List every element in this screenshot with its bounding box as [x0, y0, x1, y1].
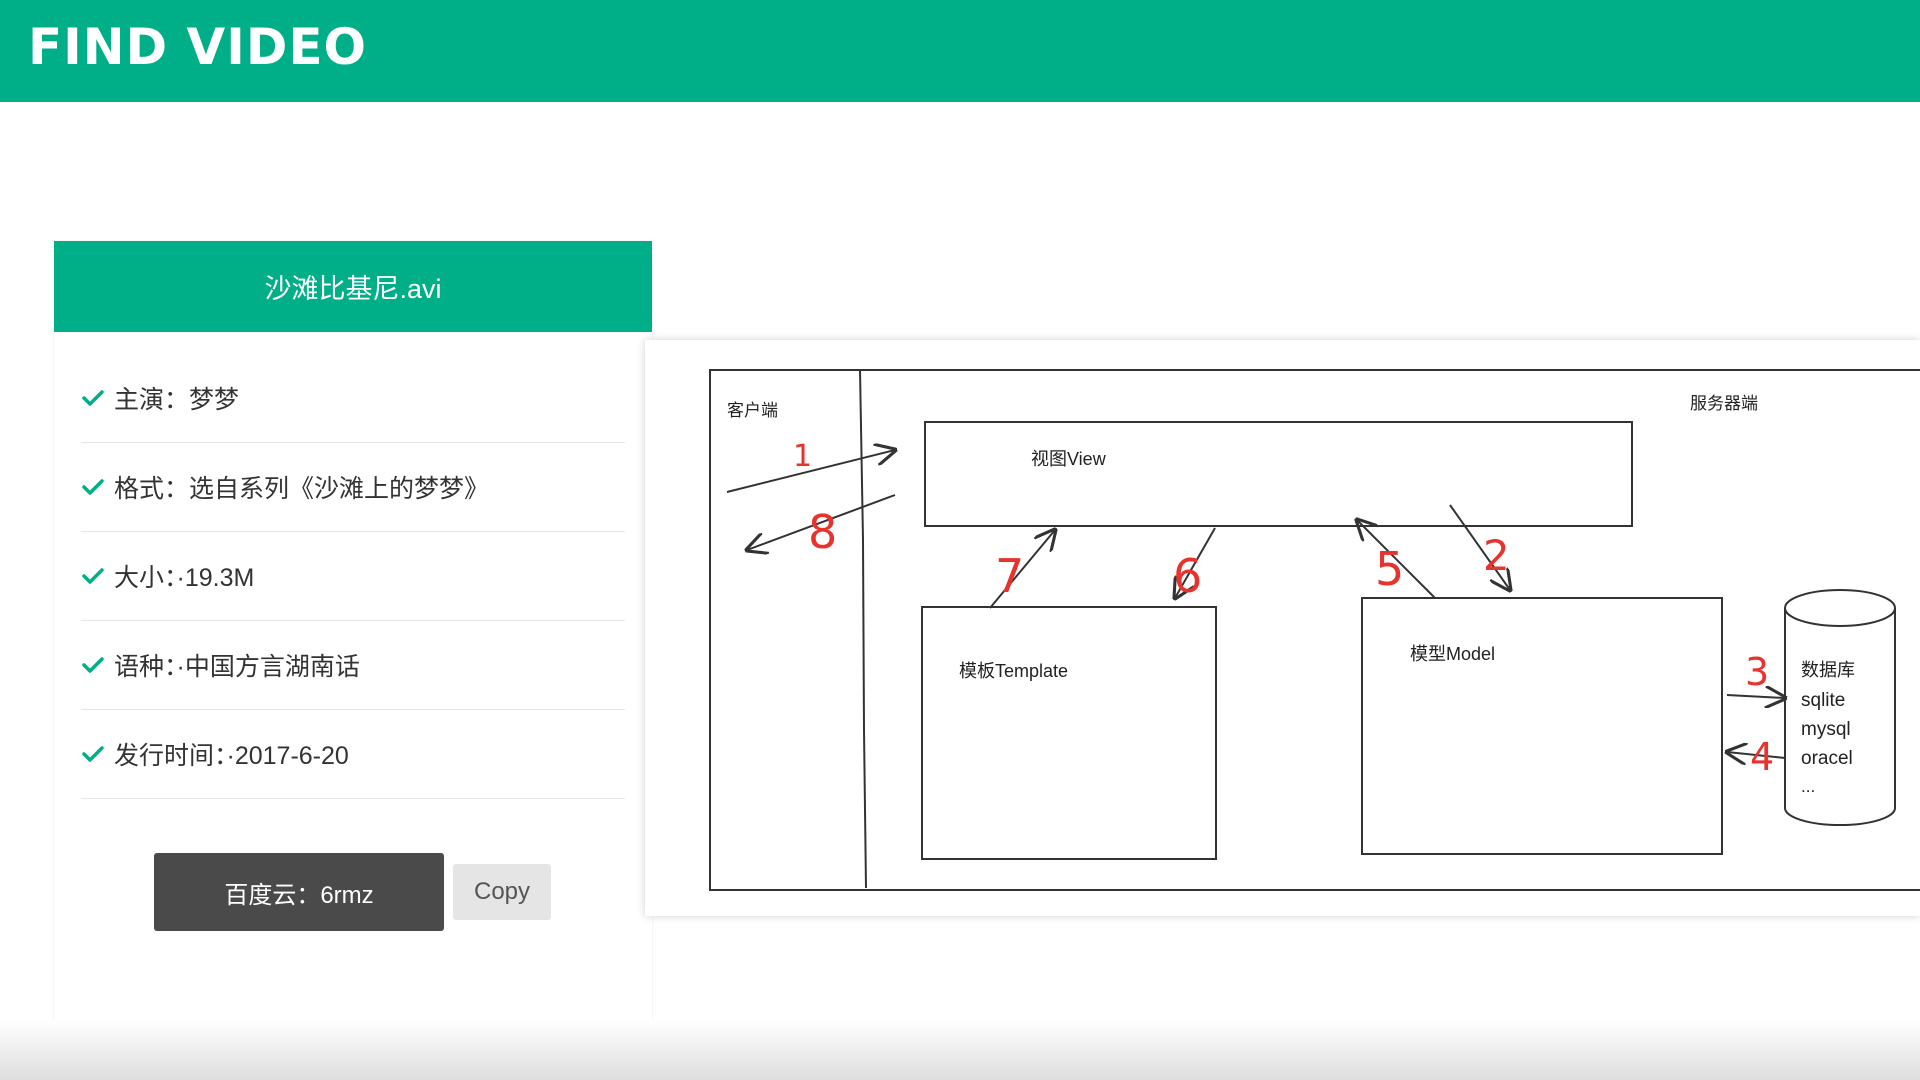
- download-actions: 百度云：6rmz Copy: [154, 853, 551, 931]
- database-oracel: oracel: [1801, 748, 1853, 769]
- database-mysql: mysql: [1801, 719, 1851, 740]
- database-label: 数据库: [1801, 660, 1855, 680]
- video-detail-list: 主演：梦梦 格式：选自系列《沙滩上的梦梦》 大小：·19.3M 语种：·中国方言…: [54, 332, 652, 799]
- step-number-6: 6: [1173, 549, 1202, 603]
- server-label: 服务器端: [1690, 394, 1758, 413]
- detail-starring: 主演：梦梦: [81, 354, 625, 443]
- diagram-frame: [709, 369, 1920, 891]
- step-number-8: 8: [808, 505, 837, 559]
- client-server-divider: [859, 369, 867, 889]
- detail-text: 大小：·19.3M: [114, 564, 255, 592]
- detail-text: 主演：梦梦: [114, 386, 240, 414]
- check-icon: [82, 479, 104, 495]
- detail-text: 发行时间：·2017-6-20: [114, 742, 349, 770]
- mtv-diagram: 客户端 服务器端 视图View 模板Template 模型Model 数据库 s…: [709, 369, 1920, 891]
- copy-button[interactable]: Copy: [453, 864, 551, 920]
- detail-text: 语种：·中国方言湖南话: [114, 653, 360, 681]
- step-number-1: 1: [793, 439, 812, 474]
- detail-release-date: 发行时间：·2017-6-20: [81, 710, 625, 799]
- detail-size: 大小：·19.3M: [81, 532, 625, 621]
- step-number-4: 4: [1750, 735, 1774, 779]
- step-number-5: 5: [1375, 542, 1404, 596]
- check-icon: [82, 746, 104, 762]
- step-number-7: 7: [995, 549, 1024, 603]
- arrow-model-to-database: [1726, 695, 1785, 698]
- mtv-diagram-panel: 客户端 服务器端 视图View 模板Template 模型Model 数据库 s…: [645, 340, 1920, 916]
- baidu-code-button[interactable]: 百度云：6rmz: [154, 853, 444, 931]
- detail-format: 格式：选自系列《沙滩上的梦梦》: [81, 443, 625, 532]
- template-label: 模板Template: [959, 661, 1068, 681]
- database-sqlite: sqlite: [1801, 690, 1845, 711]
- client-label: 客户端: [727, 401, 778, 420]
- check-icon: [82, 568, 104, 584]
- model-box: [1361, 597, 1723, 855]
- video-info-card: 沙滩比基尼.avi 主演：梦梦 格式：选自系列《沙滩上的梦梦》 大小：·19.3…: [54, 241, 652, 1029]
- top-header-bar: FIND VIDEO: [0, 0, 1920, 102]
- view-box: [924, 421, 1633, 527]
- video-title: 沙滩比基尼.avi: [54, 241, 652, 332]
- check-icon: [82, 657, 104, 673]
- view-label: 视图View: [1031, 449, 1107, 469]
- detail-language: 语种：·中国方言湖南话: [81, 621, 625, 710]
- step-number-2: 2: [1483, 531, 1510, 580]
- template-box: [921, 606, 1217, 860]
- check-icon: [82, 390, 104, 406]
- database-ellipsis: ...: [1801, 777, 1815, 796]
- step-number-3: 3: [1745, 650, 1769, 694]
- detail-text: 格式：选自系列《沙滩上的梦梦》: [114, 475, 490, 503]
- model-label: 模型Model: [1410, 644, 1495, 664]
- bottom-shade: [0, 1020, 1920, 1080]
- site-brand[interactable]: FIND VIDEO: [28, 18, 367, 76]
